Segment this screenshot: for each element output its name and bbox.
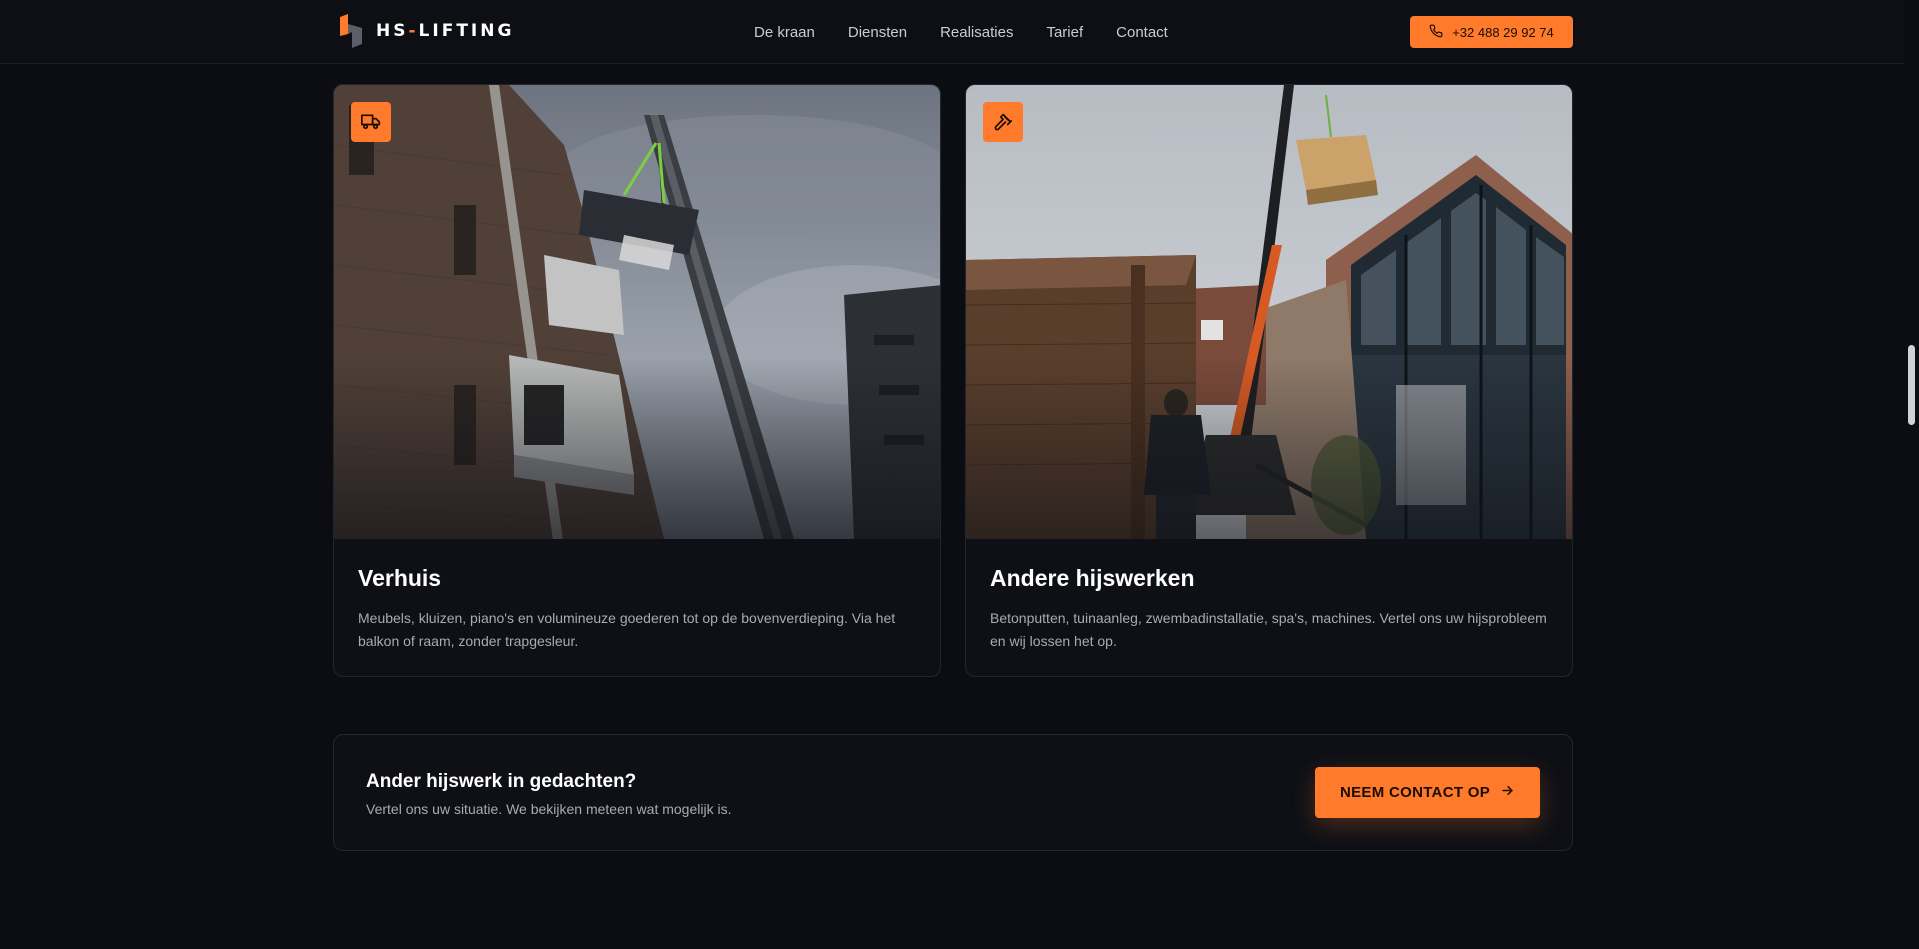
card-image-verhuis: [334, 85, 940, 539]
nav-de-kraan[interactable]: De kraan: [754, 24, 815, 41]
nav-contact[interactable]: Contact: [1116, 24, 1168, 41]
main-nav: De kraan Diensten Realisaties Tarief Con…: [754, 0, 1168, 64]
service-card-andere-hijswerken: Andere hijswerken Betonputten, tuinaanle…: [965, 84, 1573, 677]
logo[interactable]: HS-LIFTING: [338, 14, 514, 48]
hammer-icon: [983, 102, 1023, 142]
cta-subtitle: Vertel ons uw situatie. We bekijken mete…: [366, 801, 732, 817]
card-description: Meubels, kluizen, piano's en volumineuze…: [358, 610, 896, 649]
site-header: HS-LIFTING De kraan Diensten Realisaties…: [0, 0, 1904, 64]
phone-icon: [1429, 24, 1443, 41]
card-description: Betonputten, tuinaanleg, zwembadinstalla…: [990, 610, 1547, 649]
contact-button-label: NEEM CONTACT OP: [1339, 784, 1491, 801]
contact-button[interactable]: NEEM CONTACT OP: [1315, 767, 1540, 818]
nav-diensten[interactable]: Diensten: [848, 24, 907, 41]
card-image-andere-hijswerken: [966, 85, 1572, 539]
scrollbar[interactable]: [1904, 0, 1919, 949]
card-title: Andere hijswerken: [990, 565, 1195, 591]
nav-tarief[interactable]: Tarief: [1046, 24, 1083, 41]
contact-cta: Ander hijswerk in gedachten? Vertel ons …: [333, 734, 1573, 851]
card-title: Verhuis: [358, 565, 442, 591]
page: HS-LIFTING De kraan Diensten Realisaties…: [0, 0, 1919, 949]
cta-title: Ander hijswerk in gedachten?: [366, 771, 637, 792]
nav-realisaties[interactable]: Realisaties: [940, 24, 1013, 41]
service-card-verhuis: Verhuis Meubels, kluizen, piano's en vol…: [333, 84, 941, 677]
phone-button[interactable]: +32 488 29 92 74: [1410, 16, 1573, 48]
phone-label: +32 488 29 92 74: [1452, 24, 1554, 40]
scrollbar-thumb[interactable]: [1908, 345, 1915, 425]
logo-text: HS-LIFTING: [376, 21, 515, 41]
logo-mark-icon: [338, 14, 364, 48]
truck-icon: [351, 102, 391, 142]
arrow-right-icon: [1500, 783, 1515, 802]
